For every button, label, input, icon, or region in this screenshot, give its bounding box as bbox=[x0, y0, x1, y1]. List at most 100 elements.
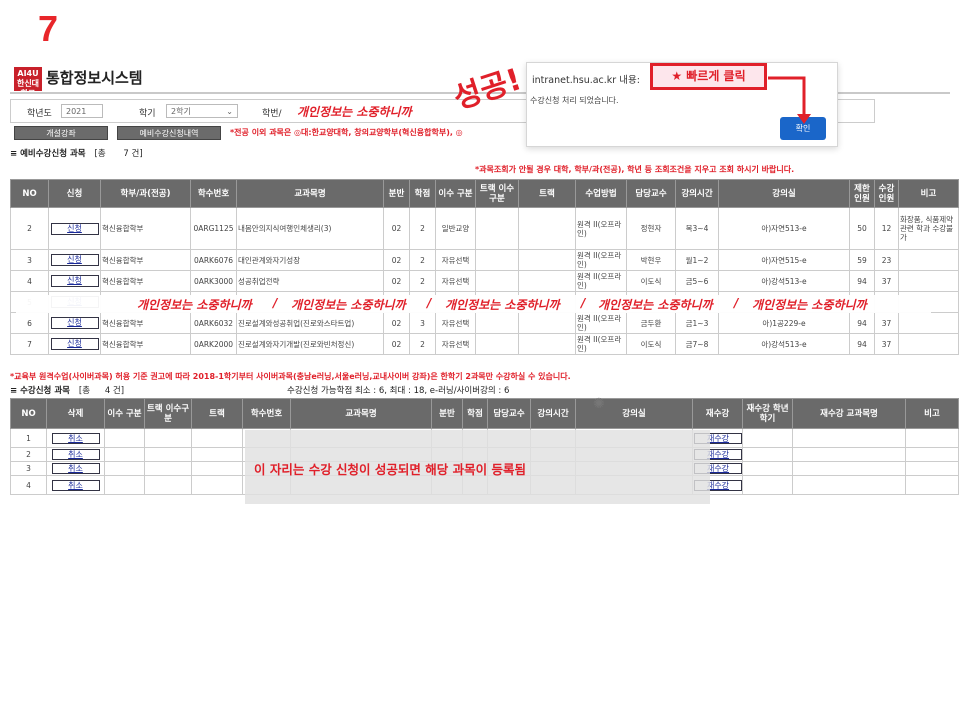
table-cell bbox=[905, 428, 959, 448]
table-cell: 신청 bbox=[48, 207, 101, 250]
privacy-note: 개인정보는 소중하니까 bbox=[297, 105, 412, 119]
reg-col-header: 트랙 이수구분 bbox=[144, 398, 192, 429]
table-cell: 금두환 bbox=[626, 312, 676, 334]
table-row: 3 신청 혁신융합학부 0ARK6076 대인관계와자기성장 02 2 자유선택 원격 II(오… bbox=[10, 249, 959, 271]
table-cell: 3 bbox=[409, 312, 436, 334]
table-cell bbox=[144, 475, 192, 495]
table-cell bbox=[104, 447, 145, 462]
preregistered-button[interactable]: 예비수강신청내역 bbox=[117, 126, 221, 140]
table-cell: 0ARG1125 bbox=[190, 207, 237, 250]
prereg-col-header: 수강 인원 bbox=[874, 179, 899, 208]
table-cell: 7 bbox=[10, 333, 49, 355]
table-cell: 4 bbox=[10, 475, 47, 495]
table-cell bbox=[742, 461, 793, 476]
table-cell: 금7~8 bbox=[675, 333, 719, 355]
table-cell bbox=[104, 428, 145, 448]
major-notice: *전공 이외 과목은 ◎대:한교양대학, 창의교양학부(혁신융합학부), ◎ bbox=[230, 128, 463, 137]
table-cell: 0ARK6076 bbox=[190, 249, 237, 271]
reg-col-header: 교과목명 bbox=[290, 398, 432, 429]
table-cell bbox=[104, 461, 145, 476]
prereg-col-header: 강의시간 bbox=[675, 179, 719, 208]
table-cell bbox=[905, 475, 959, 495]
table-cell: 아)자연513-e bbox=[718, 207, 850, 250]
quick-click-annotation: ★ 빠르게 클릭 bbox=[650, 63, 767, 90]
banner-privacy-text: 개인정보는 소중하니까 bbox=[445, 298, 560, 312]
table-cell bbox=[191, 475, 243, 495]
prereg-col-header: 학부/과(전공) bbox=[100, 179, 191, 208]
table-cell: 금1~3 bbox=[675, 312, 719, 334]
term-select[interactable]: 2학기 ⌄ bbox=[166, 104, 238, 118]
step-number: 7 bbox=[38, 8, 59, 49]
table-cell: 6 bbox=[10, 312, 49, 334]
reg-col-header: 이수 구분 bbox=[104, 398, 145, 429]
table-cell: 진로설계와성공취업(진로와스타트업) bbox=[236, 312, 384, 334]
table-cell: 아)강석513-e bbox=[718, 270, 850, 292]
table-cell: 원격 II(오프라인) bbox=[575, 207, 627, 250]
prereg-col-header: 트랙 이수구분 bbox=[475, 179, 519, 208]
cancel-button[interactable]: 취소 bbox=[51, 463, 100, 474]
table-cell bbox=[144, 461, 192, 476]
prereg-header-row: NO 신청 학부/과(전공) 학수번호 교과목명 분반 학점 이수 구분 트랙 이수구분 트랙 수업… bbox=[10, 179, 959, 208]
table-cell bbox=[518, 207, 576, 250]
open-courses-button[interactable]: 개설강좌 bbox=[14, 126, 108, 140]
table-cell bbox=[905, 447, 959, 462]
apply-button[interactable]: 신청 bbox=[50, 275, 99, 287]
table-cell: 혁신융합학부 bbox=[100, 312, 191, 334]
table-cell: 화장품, 식품제약관련 학과 수강불가 bbox=[898, 207, 959, 250]
table-cell: 취소 bbox=[46, 428, 105, 448]
prereg-col-header: 제한 인원 bbox=[849, 179, 875, 208]
reg-col-header: 비고 bbox=[905, 398, 959, 429]
table-cell: 23 bbox=[874, 249, 899, 271]
table-cell bbox=[792, 428, 906, 448]
banner-separator: / bbox=[427, 296, 432, 310]
reg-col-header: 학수번호 bbox=[242, 398, 291, 429]
table-cell: 목3~4 bbox=[675, 207, 719, 250]
apply-button[interactable]: 신청 bbox=[50, 338, 99, 350]
table-cell bbox=[792, 447, 906, 462]
cancel-button[interactable]: 취소 bbox=[51, 479, 100, 491]
table-cell: 이도식 bbox=[626, 270, 676, 292]
cancel-button[interactable]: 취소 bbox=[51, 432, 100, 444]
banner-privacy-text: 개인정보는 소중하니까 bbox=[752, 298, 867, 312]
table-cell: 2 bbox=[409, 333, 436, 355]
prereg-col-header: 학수번호 bbox=[190, 179, 237, 208]
table-row: 4 신청 혁신융합학부 0ARK3000 성공취업전략 02 2 자유선택 원격 II(오프라인… bbox=[10, 270, 959, 292]
reg-header-row: NO 삭제 이수 구분 트랙 이수구분 트랙 학수번호 교과목명 분반 학점 담당교수 강의시간 강의… bbox=[10, 398, 959, 429]
table-cell: 94 bbox=[849, 312, 875, 334]
table-cell bbox=[898, 270, 959, 292]
table-cell: 50 bbox=[849, 207, 875, 250]
table-cell: 0ARK6032 bbox=[190, 312, 237, 334]
reg-col-header: NO bbox=[10, 398, 47, 429]
table-cell: 자유선택 bbox=[435, 270, 476, 292]
table-cell bbox=[898, 249, 959, 271]
dialog-host: intranet.hsu.ac.kr 내용: bbox=[532, 75, 640, 86]
table-cell: 원격 II(오프라인) bbox=[575, 333, 627, 355]
reg-col-header: 재수강 교과목명 bbox=[792, 398, 906, 429]
table-cell: 혁신융합학부 bbox=[100, 270, 191, 292]
reg-title-text: 수강신청 과목 bbox=[20, 386, 70, 396]
banner-privacy-text: 개인정보는 소중하니까 bbox=[137, 298, 252, 312]
table-cell: 3 bbox=[10, 461, 47, 476]
table-cell: 박현우 bbox=[626, 249, 676, 271]
apply-button[interactable]: 신청 bbox=[50, 254, 99, 266]
prereg-col-header: 교과목명 bbox=[236, 179, 384, 208]
table-cell bbox=[518, 333, 576, 355]
apply-button[interactable]: 신청 bbox=[50, 222, 99, 235]
table-cell bbox=[191, 461, 243, 476]
prereg-col-header: 신청 bbox=[48, 179, 101, 208]
table-cell bbox=[475, 249, 519, 271]
table-row: 6 신청 혁신융합학부 0ARK6032 진로설계와성공취업(진로와스타트업) 02 3 자유… bbox=[10, 312, 959, 334]
reg-count-open: [총 bbox=[78, 386, 91, 396]
table-cell bbox=[475, 333, 519, 355]
term-label: 학기 bbox=[139, 109, 156, 119]
year-input[interactable]: 2021 bbox=[61, 104, 103, 118]
table-cell: 취소 bbox=[46, 475, 105, 495]
table-cell bbox=[742, 447, 793, 462]
chevron-down-icon: ⌄ bbox=[226, 107, 233, 116]
table-cell: 성공취업전략 bbox=[236, 270, 384, 292]
table-cell: 원격 II(오프라인) bbox=[575, 249, 627, 271]
banner-privacy-text: 개인정보는 소중하니까 bbox=[291, 298, 406, 312]
cancel-button[interactable]: 취소 bbox=[51, 449, 100, 460]
table-cell: 59 bbox=[849, 249, 875, 271]
apply-button[interactable]: 신청 bbox=[50, 317, 99, 329]
